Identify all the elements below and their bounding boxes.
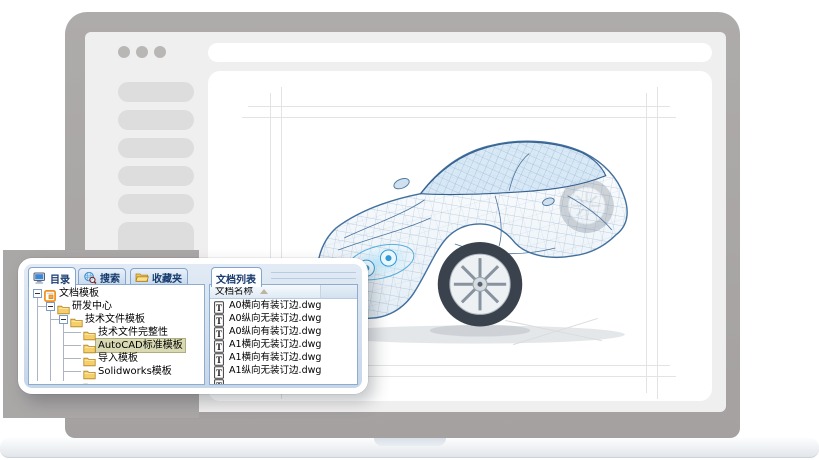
tab-search[interactable]: 搜索 xyxy=(78,268,126,285)
dwg-file-icon: T xyxy=(214,325,224,338)
tree-node-label: 技术文件完整性 xyxy=(96,326,170,339)
expand-toggle-icon[interactable] xyxy=(59,315,68,324)
column-header-label: 文档名称 xyxy=(215,286,253,297)
tree-node-label: Solidworks模板 xyxy=(96,365,174,378)
folder-icon xyxy=(83,326,96,338)
tab-directory[interactable]: 目录 xyxy=(28,267,76,287)
folder-icon xyxy=(70,313,83,325)
root-node-icon xyxy=(44,287,57,299)
sidebar-placeholder-item[interactable] xyxy=(118,166,194,186)
laptop-hinge-notch xyxy=(374,438,446,446)
file-row[interactable]: T A1横向无装订边.dwg xyxy=(210,338,357,351)
tab-label: 目录 xyxy=(50,271,70,286)
tab-strip-groove xyxy=(271,278,356,279)
file-name: A1纵向无装订边.dwg xyxy=(229,364,321,377)
sidebar-placeholder-item[interactable] xyxy=(118,194,194,214)
tab-label: 文档列表 xyxy=(216,271,256,286)
folder-icon xyxy=(83,352,96,364)
svg-text:T: T xyxy=(216,381,222,385)
sidebar-placeholder-item[interactable] xyxy=(118,138,194,158)
tab-document-list[interactable]: 文档列表 xyxy=(211,267,262,287)
folder-icon xyxy=(57,300,70,312)
sidebar-placeholder-item[interactable] xyxy=(118,82,194,102)
tab-label: 搜索 xyxy=(100,270,120,285)
laptop-base xyxy=(0,438,819,458)
template-browser-panel: 目录 搜索 收藏夹 文 xyxy=(18,258,368,394)
column-header-name[interactable]: 文档名称 xyxy=(210,285,321,299)
drafting-guide-line xyxy=(248,106,670,107)
drafting-guide-line xyxy=(657,87,658,399)
tree-node-label: 导入模板 xyxy=(96,352,140,365)
tree-zone: 目录 搜索 收藏夹 文 xyxy=(28,267,205,385)
dwg-file-icon: T xyxy=(214,299,224,312)
file-row[interactable]: T A1横向有装订边.dwg xyxy=(210,351,357,364)
tab-strip-groove xyxy=(271,272,356,273)
computer-icon xyxy=(33,272,47,285)
tree-node[interactable]: 导入模板 xyxy=(30,352,204,365)
dwg-file-icon: T xyxy=(214,312,224,325)
dwg-file-icon: T xyxy=(214,364,224,377)
file-name: A0纵向有装订边.dwg xyxy=(229,325,321,338)
sort-ascending-icon xyxy=(260,289,268,294)
expand-toggle-icon[interactable] xyxy=(33,289,42,298)
tree-tabbar: 目录 搜索 收藏夹 xyxy=(28,267,205,284)
window-control-dot[interactable] xyxy=(136,46,148,58)
file-name: A1横向有装订边.dwg xyxy=(229,351,321,364)
address-bar[interactable] xyxy=(208,43,712,62)
sidebar-placeholder-item[interactable] xyxy=(118,110,194,130)
file-row[interactable]: T A0纵向无装订边.dwg xyxy=(210,312,357,325)
dwg-file-icon: T xyxy=(214,351,224,364)
expand-toggle-icon[interactable] xyxy=(46,302,55,311)
tree-node-label: 研发中心 xyxy=(70,300,114,313)
tree-node[interactable]: 文档模板 xyxy=(30,287,204,300)
tree-node[interactable]: AutoCAD标准模板 xyxy=(30,339,204,352)
file-name: A0纵向无装订边.dwg xyxy=(229,312,321,325)
tab-label: 收藏夹 xyxy=(152,270,182,285)
page: 目录 搜索 收藏夹 文 xyxy=(0,0,819,460)
document-list: 文档名称 T A0横向有装订边.dwg T A0纵向无装订边.dwg T A0纵向有装订边… xyxy=(209,284,358,385)
tree-node-partial[interactable] xyxy=(30,378,204,385)
file-row[interactable]: T A0横向有装订边.dwg xyxy=(210,299,357,312)
dwg-file-icon: T xyxy=(214,377,224,385)
tree-node[interactable]: Solidworks模板 xyxy=(30,365,204,378)
tree-node-label: 文档模板 xyxy=(57,287,101,300)
tree-node[interactable]: 研发中心 xyxy=(30,300,204,313)
panel-inner: 目录 搜索 收藏夹 文 xyxy=(27,267,359,385)
file-name: A1横向无装订边.dwg xyxy=(229,338,321,351)
dwg-file-icon: T xyxy=(214,338,224,351)
window-control-dot[interactable] xyxy=(118,46,130,58)
search-globe-icon xyxy=(83,271,97,284)
file-row[interactable]: T A0纵向有装订边.dwg xyxy=(210,325,357,338)
document-zone: 文档列表 文档名称 T A0横向有装订边.dwg T A0纵向无装订边.dwg T A0纵… xyxy=(209,267,358,385)
document-tabbar: 文档列表 xyxy=(209,267,358,284)
column-header-empty xyxy=(321,285,357,299)
tab-favorites[interactable]: 收藏夹 xyxy=(130,268,188,285)
file-name: A0横向有装订边.dwg xyxy=(229,299,321,312)
folder-icon xyxy=(83,339,96,351)
file-row-partial[interactable]: T xyxy=(210,377,357,385)
file-row[interactable]: T A1纵向无装订边.dwg xyxy=(210,364,357,377)
tree-node-label: 技术文件模板 xyxy=(83,313,147,326)
tree-node[interactable]: 技术文件完整性 xyxy=(30,326,204,339)
folder-icon xyxy=(83,378,96,385)
folder-tree: 文档模板研发中心技术文件模板技术文件完整性AutoCAD标准模板导入模板Soli… xyxy=(28,284,205,385)
drafting-guide-line xyxy=(242,117,676,118)
folder-icon xyxy=(83,365,96,377)
favorites-folder-icon xyxy=(135,271,149,284)
tree-node-label: AutoCAD标准模板 xyxy=(96,339,185,352)
window-control-dot[interactable] xyxy=(154,46,166,58)
